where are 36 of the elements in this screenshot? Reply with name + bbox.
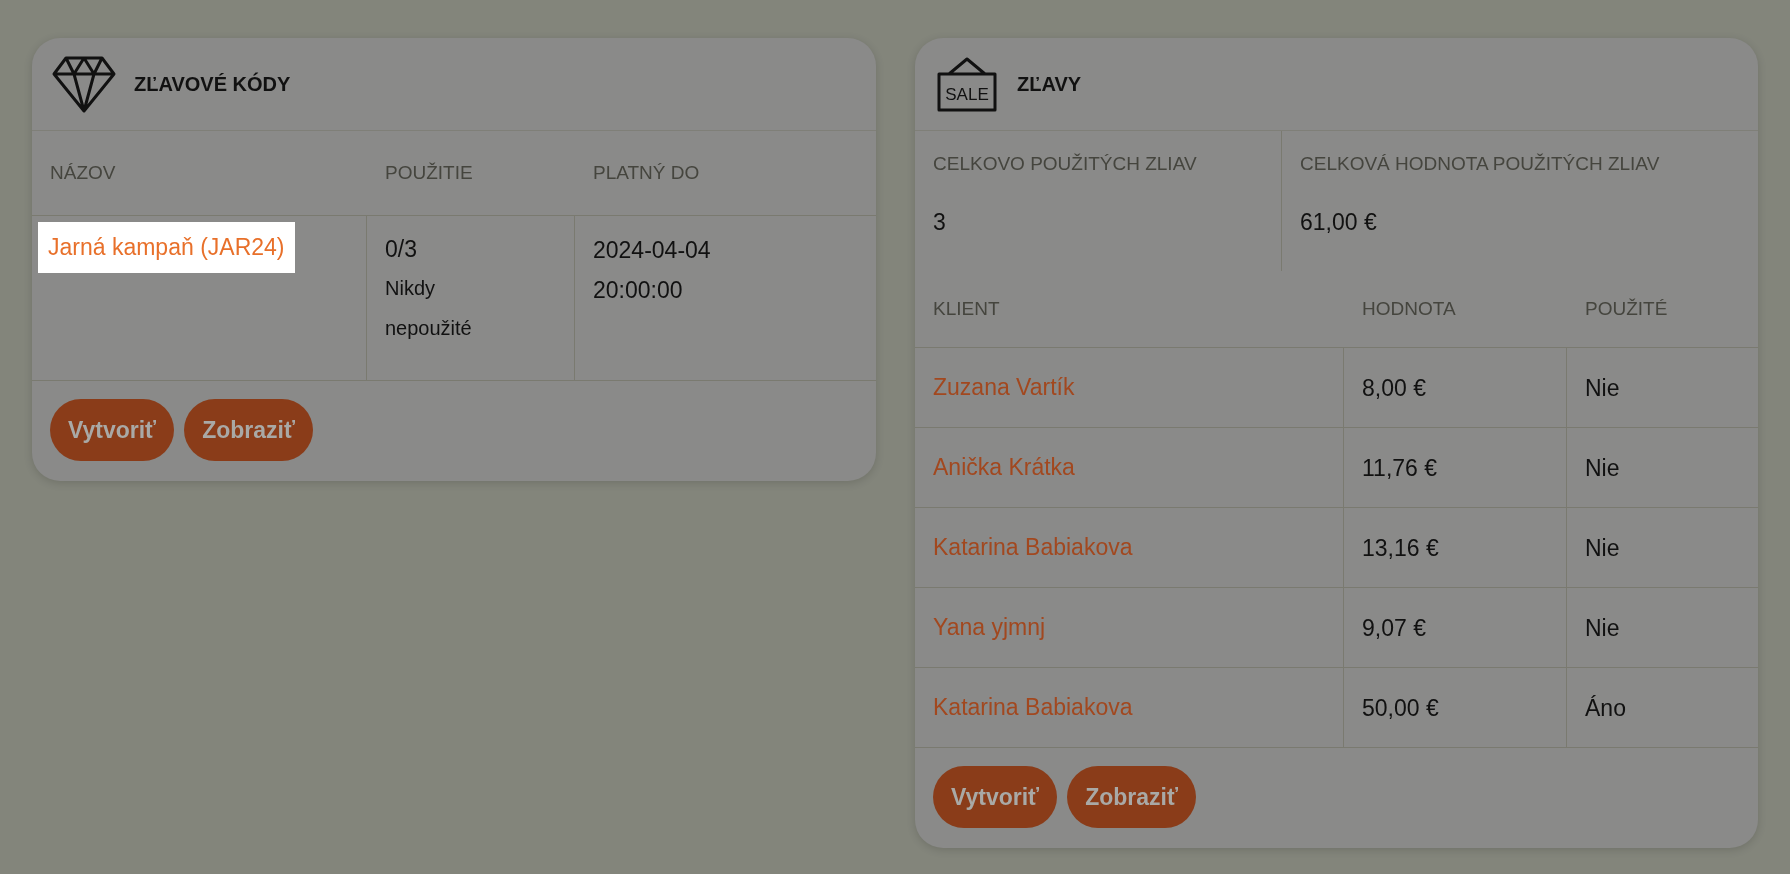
table-cell-text: 9,07 € — [1362, 613, 1427, 643]
client-link[interactable]: Katarina Babiakova — [933, 694, 1133, 721]
card-title: ZĽAVOVÉ KÓDY — [134, 72, 291, 96]
column-header: POUŽITÉ — [1567, 271, 1758, 348]
column-header: KLIENT — [915, 271, 1344, 348]
action-button[interactable]: Zobraziť — [1067, 766, 1196, 828]
discount-code-link[interactable]: Jarná kampaň (JAR24) — [38, 222, 295, 273]
usage-note: Nikdy nepoužité — [385, 276, 473, 341]
diamond-icon — [52, 54, 116, 114]
table-cell-text: Nie — [1585, 533, 1621, 563]
column-header: POUŽITIE — [367, 131, 575, 216]
action-button[interactable]: Vytvoriť — [933, 766, 1058, 828]
table-cell-text: 8,00 € — [1362, 373, 1427, 403]
table-cell-text: Nie — [1585, 613, 1621, 643]
usage-count: 0/3 — [385, 235, 418, 264]
table-cell-text: Nie — [1585, 453, 1621, 483]
table-cell-text: 11,76 € — [1362, 453, 1439, 483]
valid-until-date: 2024-04-04 20:00:00 — [592, 236, 712, 305]
client-link[interactable]: Zuzana Vartík — [933, 374, 1075, 401]
table-cell-text: Nie — [1585, 373, 1621, 403]
column-header: PLATNÝ DO — [575, 131, 876, 216]
table-cell-text: Áno — [1585, 693, 1627, 723]
action-button[interactable]: Zobraziť — [184, 399, 313, 461]
stat-value: 3 — [933, 208, 947, 237]
column-header: NÁZOV — [32, 131, 367, 216]
card-title: ZĽAVY — [1017, 72, 1082, 96]
stat-label: CELKOVÁ HODNOTA POUŽITÝCH ZLIAV — [1300, 153, 1661, 175]
stat-label: CELKOVO POUŽITÝCH ZLIAV — [933, 153, 1198, 175]
table-cell-text: 50,00 € — [1362, 693, 1440, 723]
table-cell-text: 13,16 € — [1362, 533, 1440, 563]
client-link[interactable]: Anička Krátka — [933, 454, 1075, 481]
stat-value: 61,00 € — [1300, 208, 1378, 237]
client-link[interactable]: Yana yjmnj — [933, 614, 1046, 641]
action-button[interactable]: Vytvoriť — [50, 399, 175, 461]
client-link[interactable]: Katarina Babiakova — [933, 534, 1133, 561]
column-header: HODNOTA — [1344, 271, 1567, 348]
